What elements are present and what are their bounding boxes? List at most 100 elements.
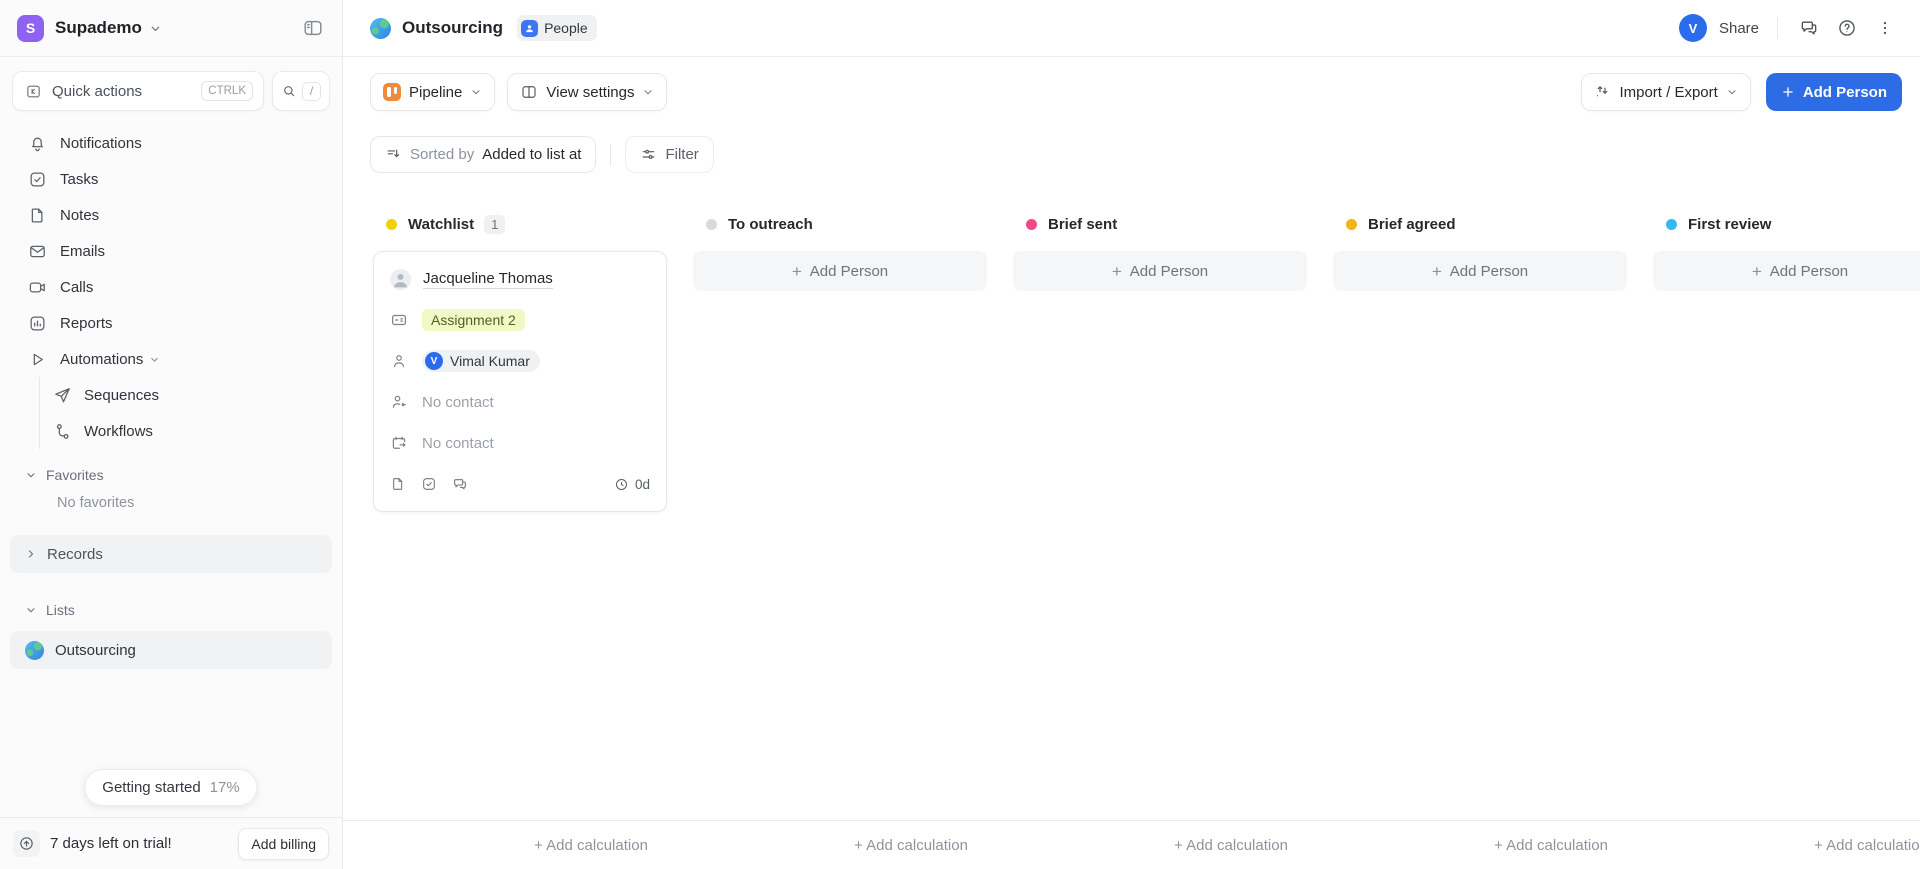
pipeline-view-button[interactable]: Pipeline xyxy=(370,73,495,111)
user-avatar[interactable]: V xyxy=(1679,14,1707,42)
status-dot xyxy=(1026,219,1037,230)
column-count-badge: 1 xyxy=(484,215,505,234)
column-header[interactable]: To outreach xyxy=(693,212,987,236)
search-button[interactable]: / xyxy=(272,71,330,111)
sidebar-item-automations[interactable]: Automations xyxy=(10,341,332,377)
sidebar-item-sequences[interactable]: Sequences xyxy=(53,377,332,413)
plus-icon xyxy=(1781,85,1795,99)
add-calculation-cell: + Add calculation xyxy=(1404,837,1698,854)
sidebar-item-notes[interactable]: Notes xyxy=(10,197,332,233)
add-billing-button[interactable]: Add billing xyxy=(238,828,329,860)
chevron-down-icon xyxy=(25,469,37,481)
clock-icon xyxy=(614,477,629,492)
task-icon xyxy=(28,170,48,189)
comment-icon[interactable] xyxy=(452,476,468,492)
sidebar-item-calls[interactable]: Calls xyxy=(10,269,332,305)
upgrade-icon xyxy=(13,830,40,857)
sidebar-toggle-icon[interactable] xyxy=(298,13,328,43)
card-contact-row: No contact xyxy=(390,431,650,455)
chevron-down-icon xyxy=(470,86,482,98)
person-arrow-icon xyxy=(390,393,410,411)
workflow-icon xyxy=(53,422,73,441)
kebab-menu-icon[interactable] xyxy=(1868,13,1902,43)
sidebar-search-row: Quick actions CTRLK / xyxy=(0,57,342,121)
column-header[interactable]: First review xyxy=(1653,212,1920,236)
board-column-to-outreach: To outreach + Add Person xyxy=(693,212,987,512)
chevron-down-icon[interactable] xyxy=(149,22,162,35)
sidebar-item-records[interactable]: Records xyxy=(10,535,332,573)
avatar xyxy=(390,269,411,290)
sidebar-item-emails[interactable]: Emails xyxy=(10,233,332,269)
add-person-column-button[interactable]: + Add Person xyxy=(1653,251,1920,291)
pipeline-board: Watchlist 1 Jacqueline Thomas xyxy=(343,212,1920,512)
share-button[interactable]: Share xyxy=(1719,20,1759,37)
plus-icon: + xyxy=(1752,263,1762,280)
status-dot xyxy=(386,219,397,230)
getting-started-percent: 17% xyxy=(210,779,240,796)
sidebar-item-workflows[interactable]: Workflows xyxy=(53,413,332,449)
owner-chip[interactable]: V Vimal Kumar xyxy=(422,350,540,372)
add-calculation-button[interactable]: + Add calculation xyxy=(1174,837,1288,854)
board-column-watchlist: Watchlist 1 Jacqueline Thomas xyxy=(373,212,667,512)
help-icon[interactable] xyxy=(1830,13,1864,43)
chevron-down-icon xyxy=(149,354,160,365)
add-calculation-cell: + Add calculation xyxy=(444,837,738,854)
card-name-row: Jacqueline Thomas xyxy=(390,267,650,291)
column-header[interactable]: Watchlist 1 xyxy=(373,212,667,236)
sidebar-item-reports[interactable]: Reports xyxy=(10,305,332,341)
add-person-column-button[interactable]: + Add Person xyxy=(1013,251,1307,291)
note-icon[interactable] xyxy=(390,476,406,492)
add-person-column-button[interactable]: + Add Person xyxy=(693,251,987,291)
card-contact-row: No contact xyxy=(390,390,650,414)
sort-value: Added to list at xyxy=(482,146,581,163)
add-person-button[interactable]: Add Person xyxy=(1766,73,1902,111)
person-card[interactable]: Jacqueline Thomas Assignment 2 V xyxy=(373,251,667,512)
card-owner-row: V Vimal Kumar xyxy=(390,349,650,373)
sidebar-item-notifications[interactable]: Notifications xyxy=(10,125,332,161)
note-icon xyxy=(28,206,48,225)
email-icon xyxy=(28,242,48,261)
board-column-brief-agreed: Brief agreed + Add Person xyxy=(1333,212,1627,512)
chat-icon[interactable] xyxy=(1792,13,1826,43)
workspace-logo: S xyxy=(17,15,44,42)
column-header[interactable]: Brief agreed xyxy=(1333,212,1627,236)
add-calculation-button[interactable]: + Add calculation xyxy=(854,837,968,854)
add-calculation-button[interactable]: + Add calculation xyxy=(1814,837,1920,854)
filter-button[interactable]: Filter xyxy=(625,136,713,173)
sidebar-item-outsourcing[interactable]: Outsourcing xyxy=(10,631,332,669)
import-export-button[interactable]: Import / Export xyxy=(1581,73,1750,111)
add-calculation-cell: + Add calculation xyxy=(764,837,1058,854)
person-name-link[interactable]: Jacqueline Thomas xyxy=(423,270,553,289)
person-icon xyxy=(390,352,410,370)
plus-icon: + xyxy=(1432,263,1442,280)
lists-section: Lists Outsourcing xyxy=(0,597,342,669)
favorites-header[interactable]: Favorites xyxy=(10,462,332,488)
lists-header[interactable]: Lists xyxy=(10,597,332,623)
main-area: Outsourcing People V Share Pipeline xyxy=(343,0,1920,869)
view-toolbar: Pipeline View settings Import / Export xyxy=(343,73,1920,111)
add-calculation-button[interactable]: + Add calculation xyxy=(1494,837,1608,854)
add-person-column-button[interactable]: + Add Person xyxy=(1333,251,1627,291)
page-title: Outsourcing xyxy=(402,18,503,38)
trial-bar: 7 days left on trial! Add billing xyxy=(0,817,342,869)
status-dot xyxy=(1666,219,1677,230)
getting-started-button[interactable]: Getting started 17% xyxy=(84,769,257,806)
chevron-down-icon xyxy=(25,604,37,616)
plus-icon: + xyxy=(1112,263,1122,280)
add-calculation-button[interactable]: + Add calculation xyxy=(534,837,648,854)
object-type-badge: People xyxy=(517,15,597,41)
view-settings-button[interactable]: View settings xyxy=(507,73,667,111)
search-icon xyxy=(281,83,297,99)
chevron-down-icon xyxy=(1726,86,1738,98)
sidebar-item-tasks[interactable]: Tasks xyxy=(10,161,332,197)
sorted-by-button[interactable]: Sorted by Added to list at xyxy=(370,136,596,173)
column-header[interactable]: Brief sent xyxy=(1013,212,1307,236)
task-icon[interactable] xyxy=(421,476,437,492)
status-dot xyxy=(706,219,717,230)
send-icon xyxy=(53,386,73,405)
assignment-tag[interactable]: Assignment 2 xyxy=(422,309,525,331)
call-icon xyxy=(28,278,48,297)
sidebar-nav: Notifications Tasks Notes Emails Calls xyxy=(0,121,342,449)
id-card-icon xyxy=(390,311,410,329)
quick-actions-button[interactable]: Quick actions CTRLK xyxy=(12,71,264,111)
